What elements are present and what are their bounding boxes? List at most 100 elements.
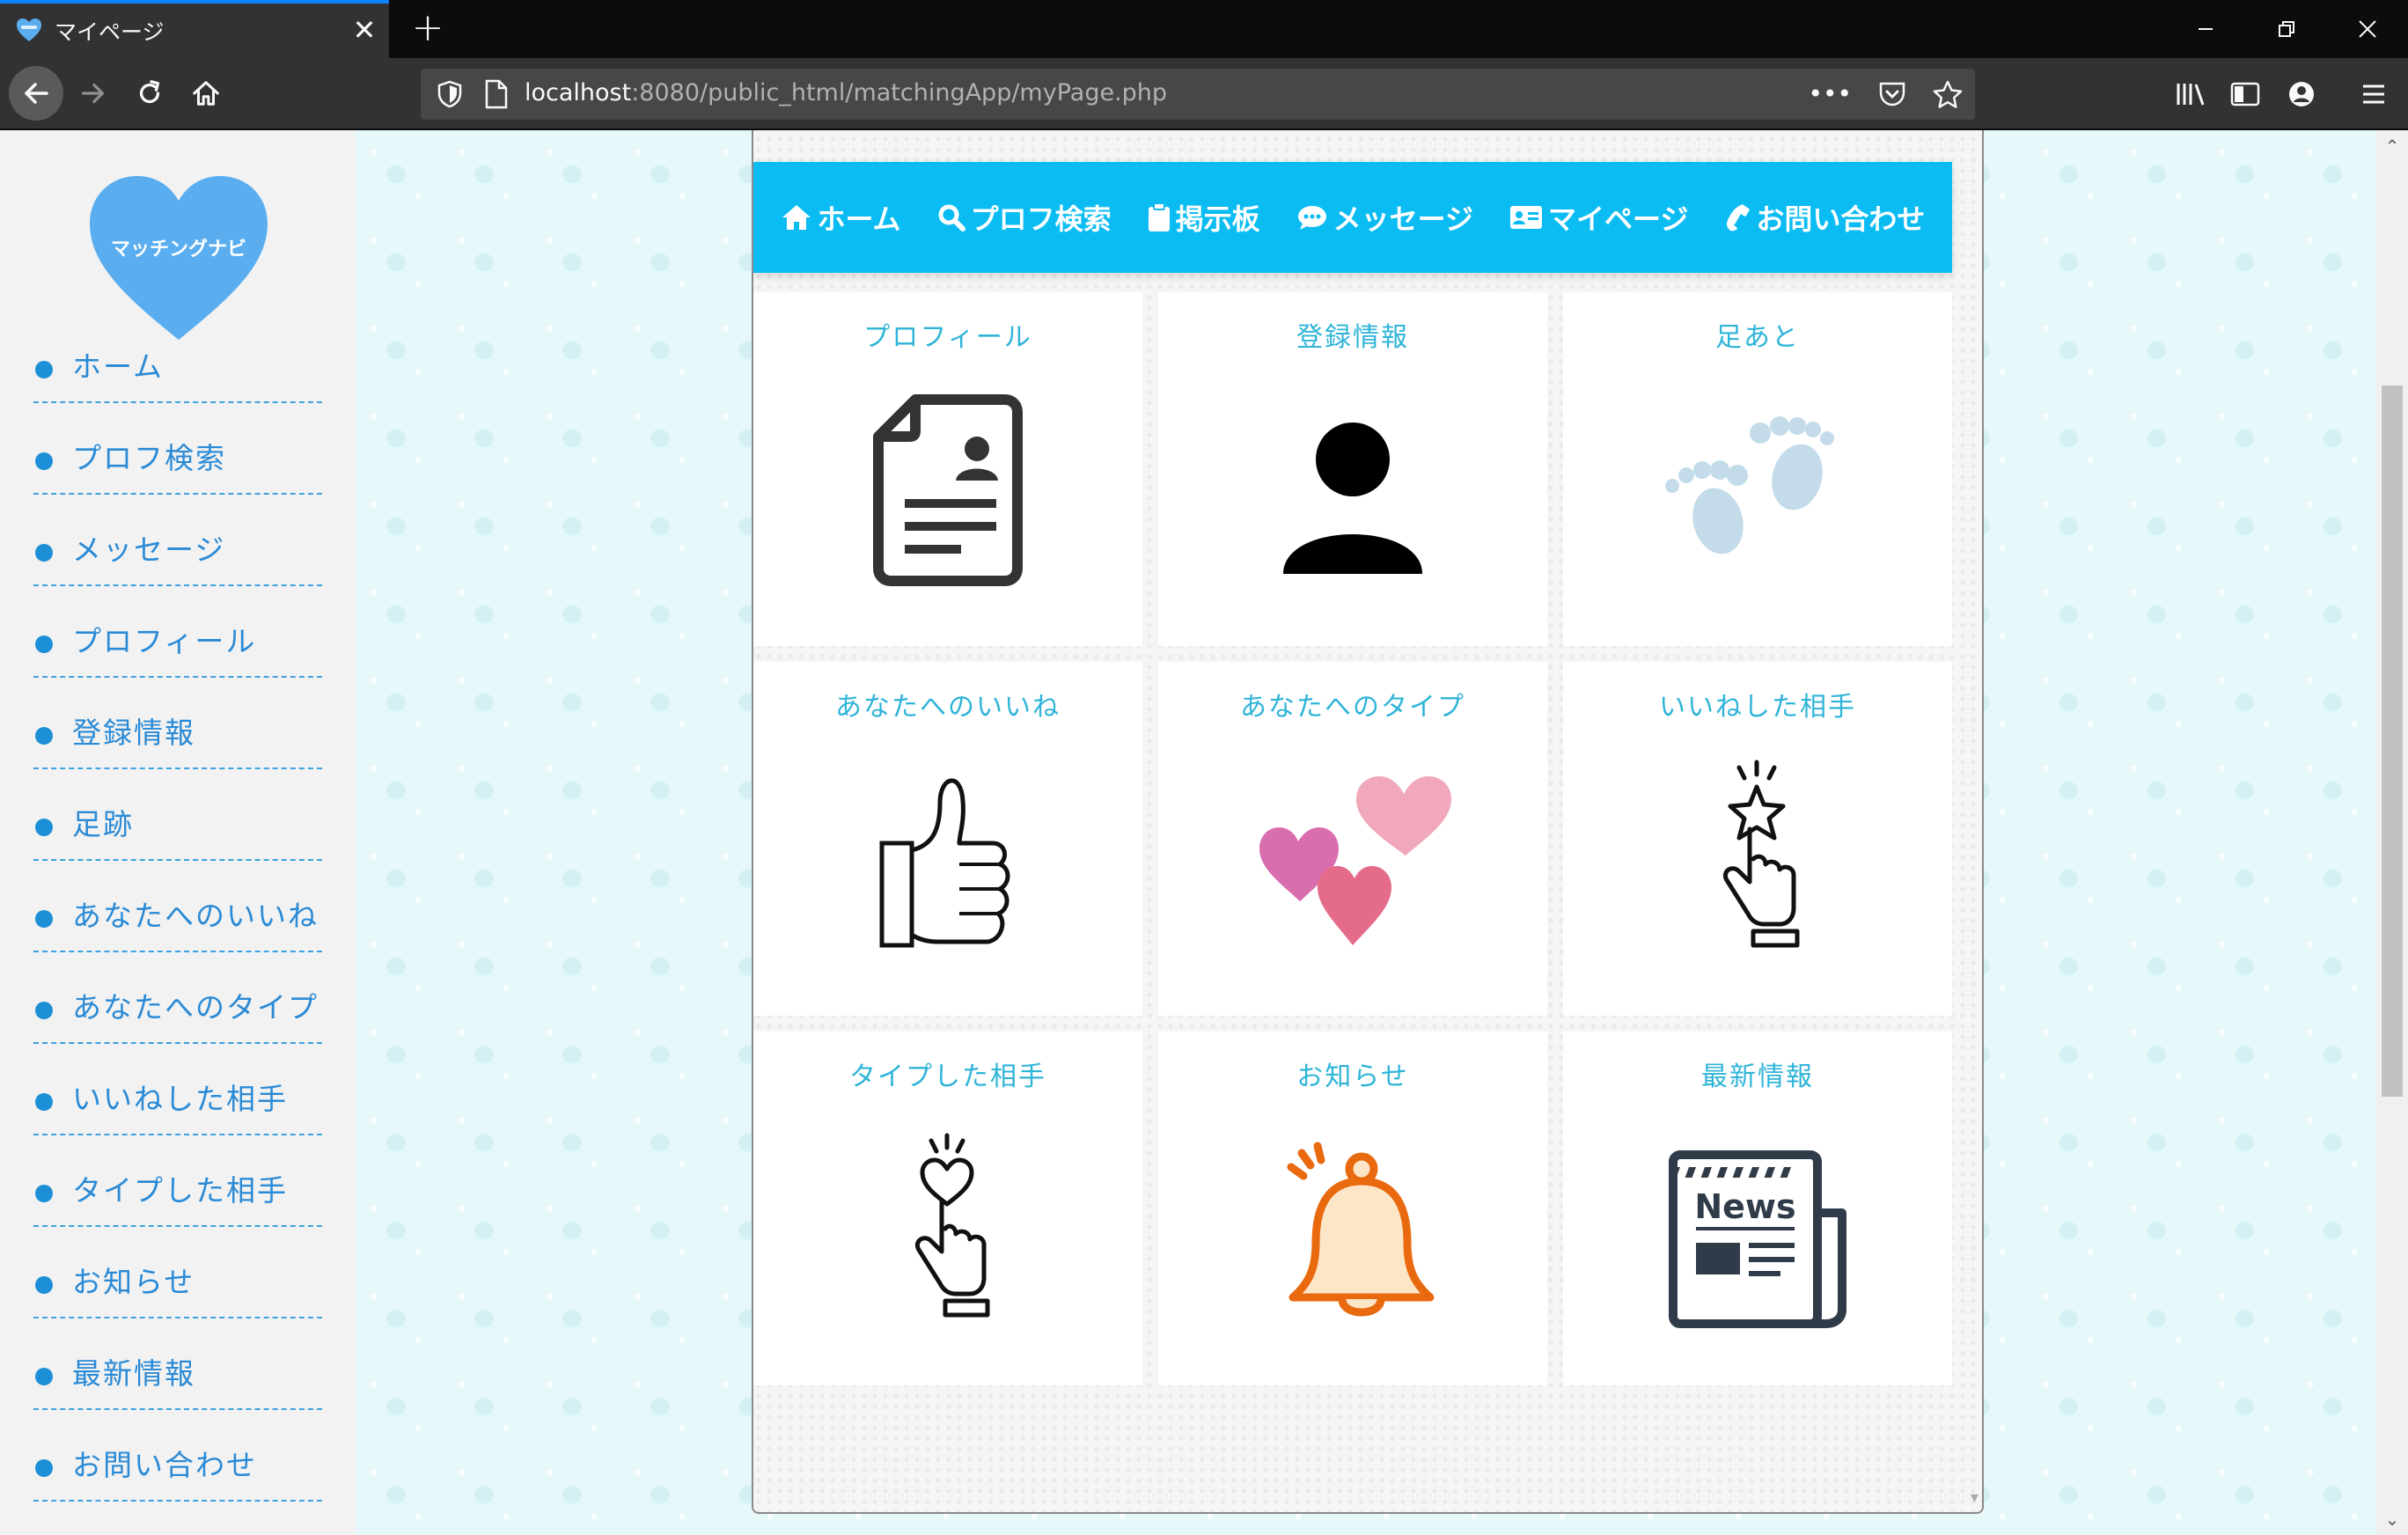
sidebar-item-news[interactable]: 最新情報	[33, 1318, 322, 1410]
scroll-up-icon[interactable]: ⌃	[2376, 130, 2408, 162]
card-types-received[interactable]: あなたへのタイプ	[1158, 662, 1547, 1016]
sidebar-item-likes-received[interactable]: あなたへのいいね	[33, 861, 322, 952]
card-registration[interactable]: 登録情報	[1158, 292, 1547, 646]
home-button[interactable]	[183, 70, 229, 116]
sidebar-item-typed[interactable]: タイプした相手	[33, 1135, 322, 1227]
arrow-left-icon	[25, 83, 48, 104]
sidebar-item-label: お問い合わせ	[72, 1448, 257, 1482]
sidebar-item-notices[interactable]: お知らせ	[33, 1227, 322, 1318]
page-actions-icon[interactable]: •••	[1808, 79, 1852, 108]
sidebar-menu: ホーム プロフ検索 メッセージ プロフィール 登録情報 足跡 あなたへのいいね …	[33, 312, 322, 1502]
url-text[interactable]: localhost:8080/public_html/matchingApp/m…	[525, 79, 1167, 106]
sidebar-item-home[interactable]: ホーム	[33, 312, 322, 403]
tab-close-icon[interactable]: ✕	[349, 14, 380, 46]
browser-toolbar: localhost:8080/public_html/matchingApp/m…	[0, 58, 2408, 130]
nav-label: マイページ	[1548, 202, 1689, 236]
home-icon	[782, 205, 811, 230]
arrow-right-icon	[82, 83, 105, 104]
library-icon[interactable]	[2172, 76, 2209, 113]
nav-profile-search[interactable]: プロフ検索	[937, 197, 1112, 238]
bullet-icon	[35, 819, 53, 836]
card-footprints[interactable]: 足あと	[1563, 292, 1952, 646]
frame-scroll-icon[interactable]: ▾	[1971, 1488, 1979, 1507]
sidebar-item-liked[interactable]: いいねした相手	[33, 1044, 322, 1135]
tab-title: マイページ	[55, 19, 165, 45]
url-bar[interactable]: localhost:8080/public_html/matchingApp/m…	[421, 69, 1975, 120]
minimize-icon[interactable]	[2165, 0, 2246, 58]
person-icon	[1283, 422, 1422, 574]
card-liked-partners[interactable]: いいねした相手	[1563, 662, 1952, 1016]
card-title: 最新情報	[1701, 1061, 1814, 1092]
close-window-icon[interactable]	[2327, 0, 2408, 58]
news-label: News	[1694, 1187, 1795, 1226]
shield-icon[interactable]	[437, 80, 463, 108]
url-host: localhost	[525, 79, 632, 106]
nav-messages[interactable]: メッセージ	[1296, 197, 1473, 238]
sidebar-item-profile[interactable]: プロフィール	[33, 586, 322, 678]
new-tab-button[interactable]: +	[407, 7, 449, 49]
menu-icon[interactable]	[2355, 76, 2392, 113]
page-scrollbar[interactable]: ⌃ ⌄	[2376, 130, 2408, 1535]
restore-icon[interactable]	[2246, 0, 2327, 58]
bullet-icon	[35, 1093, 53, 1111]
sidebar-item-label: タイプした相手	[72, 1173, 288, 1208]
back-button[interactable]	[9, 66, 63, 121]
nav-label: 掲示板	[1175, 202, 1260, 236]
finger-heart-icon	[915, 1133, 990, 1318]
main-frame[interactable]: ホーム プロフ検索 掲示板 メッセージ マイページ お問い合わせ プロフィール …	[752, 130, 1984, 1514]
nav-label: プロフ検索	[970, 202, 1112, 236]
card-title: あなたへのタイプ	[1240, 692, 1465, 723]
card-likes-received[interactable]: あなたへのいいね	[753, 662, 1142, 1016]
sidebar-item-label: メッセージ	[72, 532, 226, 567]
bullet-icon	[35, 1368, 53, 1385]
card-title: 登録情報	[1296, 322, 1409, 353]
phone-icon	[1727, 204, 1751, 231]
footprints-icon	[1665, 416, 1834, 555]
logo-text: マッチングナビ	[111, 238, 246, 261]
sidebar-item-label: いいねした相手	[72, 1082, 288, 1116]
browser-tab[interactable]: マイページ ✕	[0, 0, 389, 58]
sidebar: マッチングナビ ホーム プロフ検索 メッセージ プロフィール 登録情報 足跡 あ…	[0, 130, 356, 1535]
sidebar-item-footprints[interactable]: 足跡	[33, 769, 322, 861]
bullet-icon	[35, 361, 53, 378]
sidebar-item-label: プロフ検索	[72, 441, 226, 475]
sidebar-toggle-icon[interactable]	[2227, 76, 2264, 113]
account-icon[interactable]	[2283, 76, 2320, 113]
sidebar-item-label: 登録情報	[72, 716, 195, 750]
id-card-icon	[1510, 206, 1543, 229]
page-icon	[485, 79, 508, 109]
bullet-icon	[35, 635, 53, 653]
reload-button[interactable]	[127, 70, 173, 116]
card-title: お知らせ	[1296, 1061, 1409, 1092]
sidebar-item-contact[interactable]: お問い合わせ	[33, 1410, 322, 1502]
sidebar-item-label: あなたへのいいね	[72, 899, 319, 933]
card-latest-news[interactable]: 最新情報 News	[1563, 1032, 1952, 1385]
card-typed-partners[interactable]: タイプした相手	[753, 1032, 1142, 1385]
nav-board[interactable]: 掲示板	[1148, 197, 1260, 238]
bullet-icon	[35, 910, 53, 928]
nav-home[interactable]: ホーム	[781, 197, 901, 238]
nav-label: ホーム	[817, 202, 901, 236]
sidebar-item-profile-search[interactable]: プロフ検索	[33, 403, 322, 495]
reload-icon	[139, 80, 160, 104]
bookmark-star-icon[interactable]	[1933, 80, 1963, 108]
card-notices[interactable]: お知らせ	[1158, 1032, 1547, 1385]
pocket-icon[interactable]	[1878, 81, 1906, 107]
nav-contact[interactable]: お問い合わせ	[1724, 197, 1925, 238]
nav-mypage[interactable]: マイページ	[1509, 197, 1688, 238]
sidebar-item-messages[interactable]: メッセージ	[33, 495, 322, 586]
sidebar-item-label: お知らせ	[72, 1265, 195, 1299]
bullet-icon	[35, 1459, 53, 1477]
heart-favicon-icon	[17, 18, 41, 41]
nav-label: お問い合わせ	[1756, 202, 1926, 236]
scroll-down-icon[interactable]: ⌄	[2376, 1503, 2408, 1535]
sidebar-item-label: プロフィール	[72, 624, 257, 658]
top-nav: ホーム プロフ検索 掲示板 メッセージ マイページ お問い合わせ	[753, 162, 1952, 273]
scroll-thumb[interactable]	[2382, 386, 2403, 1097]
card-profile[interactable]: プロフィール	[753, 292, 1142, 646]
sidebar-item-label: ホーム	[72, 349, 165, 384]
sidebar-item-registration[interactable]: 登録情報	[33, 678, 322, 769]
forward-button[interactable]	[70, 70, 116, 116]
url-path: :8080/public_html/matchingApp/myPage.php	[631, 79, 1168, 106]
sidebar-item-types-received[interactable]: あなたへのタイプ	[33, 952, 322, 1044]
